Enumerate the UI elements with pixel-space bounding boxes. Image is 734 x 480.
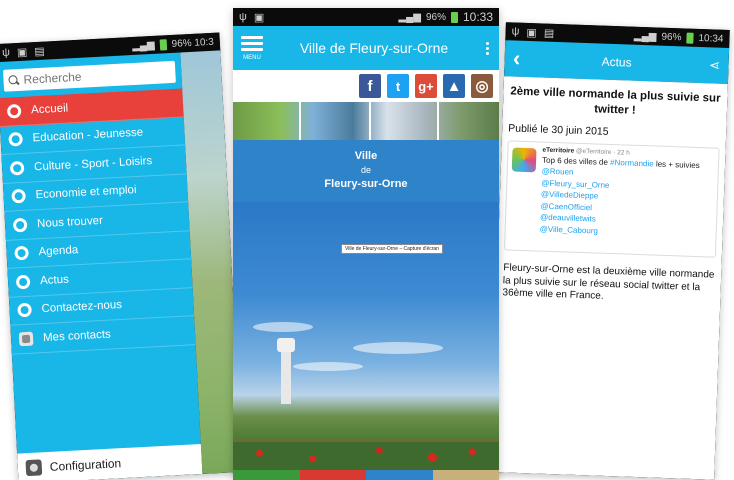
status-time: 10:34	[698, 32, 724, 45]
overflow-menu-icon[interactable]	[481, 41, 493, 55]
usb-icon: ψ	[1, 46, 11, 59]
status-time: 96% 10:3	[171, 36, 215, 50]
screenshot-collage: ψ ▣ ▤ ▂▄▆ 96% 10:3 Accueil Education - Jeune…	[0, 0, 734, 480]
menu-item-label: Accueil	[30, 102, 69, 117]
hamburger-icon	[241, 35, 263, 39]
battery-percent: 96%	[661, 31, 682, 43]
embedded-tweet[interactable]: eTerritoire @eTerritoire · 22 h Top 6 de…	[503, 140, 720, 258]
phone-home-screen: ψ ▣ ▂▄▆ 96% 10:33 MENU Ville de Fleury-sur-…	[233, 8, 499, 480]
bottom-tab[interactable]	[299, 470, 366, 480]
cloud	[293, 362, 363, 371]
caption-tag: Ville de Fleury-sur-Orne – Capture d'écr…	[341, 244, 443, 254]
gear-icon	[25, 459, 43, 477]
tweet-handles: @Rouen @Fleury_sur_Orne @VilledeDieppe @Cae…	[540, 166, 712, 241]
usb-icon: ψ	[239, 11, 247, 23]
news-title: 2ème ville normande la plus suivie sur t…	[510, 85, 721, 117]
usb-icon: ψ	[511, 25, 520, 38]
app-bar: MENU Ville de Fleury-sur-Orne	[233, 26, 499, 70]
menu-bullet-icon	[8, 132, 24, 147]
menu-bullet-icon	[12, 217, 28, 233]
menu-item-label: Agenda	[38, 244, 79, 259]
phone-news-screen: ψ ▣ ▤ ▂▄▆ 96% 10:34 ‹ Actus ⋖ 2ème ville nor…	[490, 22, 730, 480]
phone-menu-screen: ψ ▣ ▤ ▂▄▆ 96% 10:3 Accueil Education - Jeune…	[0, 32, 243, 480]
city-banner: Ville de Fleury-sur-Orne	[233, 140, 499, 202]
image-icon: ▣	[253, 11, 265, 24]
news-body: Fleury-sur-Orne est la deuxième ville no…	[502, 262, 715, 302]
battery-icon	[159, 38, 167, 51]
social-bar: f t g+ ▲ ◎	[233, 70, 499, 102]
hero-photo	[233, 202, 499, 470]
menu-item-label: Culture - Sport - Loisirs	[33, 154, 153, 174]
image-icon: ▣	[526, 26, 538, 39]
cloud	[253, 322, 313, 332]
battery-icon	[686, 32, 694, 44]
configuration-button[interactable]: Configuration	[17, 443, 203, 480]
search-icon	[8, 74, 20, 86]
poppy-field	[233, 442, 499, 470]
image-icon: ▣	[16, 46, 28, 59]
menu-bullet-icon	[11, 189, 26, 204]
notification-icon: ▤	[543, 27, 555, 40]
menu-label: MENU	[243, 54, 261, 61]
notification-icon: ▤	[34, 45, 46, 58]
app-title: Actus	[601, 54, 632, 70]
water-tower	[277, 338, 295, 404]
photo-thumbnail	[301, 102, 371, 140]
news-article: 2ème ville normande la plus suivie sur t…	[490, 76, 728, 480]
search-input[interactable]	[23, 65, 164, 87]
signal-icon: ▂▄▆	[131, 39, 155, 52]
cloud	[353, 342, 443, 354]
menu-list: Accueil Education - Jeunesse Culture - Spo…	[0, 88, 196, 355]
bottom-tab-bar	[233, 470, 499, 480]
search-field[interactable]	[2, 60, 176, 92]
share-icon[interactable]: ⋖	[704, 57, 725, 74]
status-time: 10:33	[462, 10, 493, 24]
menu-item-label: Nous trouver	[36, 214, 104, 230]
menu-bullet-icon	[17, 302, 32, 318]
menu-item-label: Economie et emploi	[35, 184, 137, 202]
menu-bullet-icon	[14, 245, 29, 261]
city-title-line1: Ville	[354, 150, 378, 162]
signal-icon: ▂▄▆	[633, 30, 657, 42]
menu-item-label: Mes contacts	[42, 328, 112, 344]
hashtag-link[interactable]: #Normandie	[610, 158, 654, 169]
status-bar: ψ ▣ ▂▄▆ 96% 10:33	[233, 8, 499, 26]
bottom-tab[interactable]	[233, 470, 300, 480]
side-menu: Accueil Education - Jeunesse Culture - Spo…	[0, 52, 203, 480]
city-logo-icon[interactable]: ▲	[443, 74, 465, 98]
bottom-tab[interactable]	[366, 470, 433, 480]
twitter-icon[interactable]: t	[387, 74, 409, 98]
menu-bullet-icon	[9, 160, 25, 176]
menu-item-label: Education - Jeunesse	[32, 126, 144, 145]
tweet-account: eTerritoire	[542, 146, 575, 155]
photo-strip	[233, 102, 499, 140]
menu-item-label: Actus	[39, 273, 70, 287]
city-title-line3: Fleury-sur-Orne	[324, 178, 408, 190]
menu-bullet-icon	[18, 331, 34, 347]
photo-thumbnail	[371, 102, 439, 140]
signal-icon: ▂▄▆	[398, 11, 421, 23]
app-title: Ville de Fleury-sur-Orne	[299, 40, 449, 56]
battery-percent: 96%	[425, 11, 446, 23]
configuration-label: Configuration	[49, 456, 122, 474]
publish-date: Publié le 30 juin 2015	[508, 122, 609, 138]
bottom-tab[interactable]	[432, 470, 499, 480]
menu-button[interactable]: MENU	[237, 35, 267, 61]
photo-thumbnail	[233, 102, 301, 140]
menu-bullet-icon	[6, 103, 22, 119]
menu-item-label: Contactez-nous	[41, 299, 123, 316]
city-title-line2: de	[360, 165, 371, 175]
back-arrow-icon[interactable]: ‹	[504, 45, 529, 72]
battery-icon	[450, 11, 458, 23]
facebook-icon[interactable]: f	[359, 74, 381, 98]
menu-bullet-icon	[15, 274, 31, 290]
instagram-icon[interactable]: ◎	[471, 74, 493, 98]
tweet-avatar	[511, 147, 537, 173]
google-plus-icon[interactable]: g+	[415, 74, 437, 98]
